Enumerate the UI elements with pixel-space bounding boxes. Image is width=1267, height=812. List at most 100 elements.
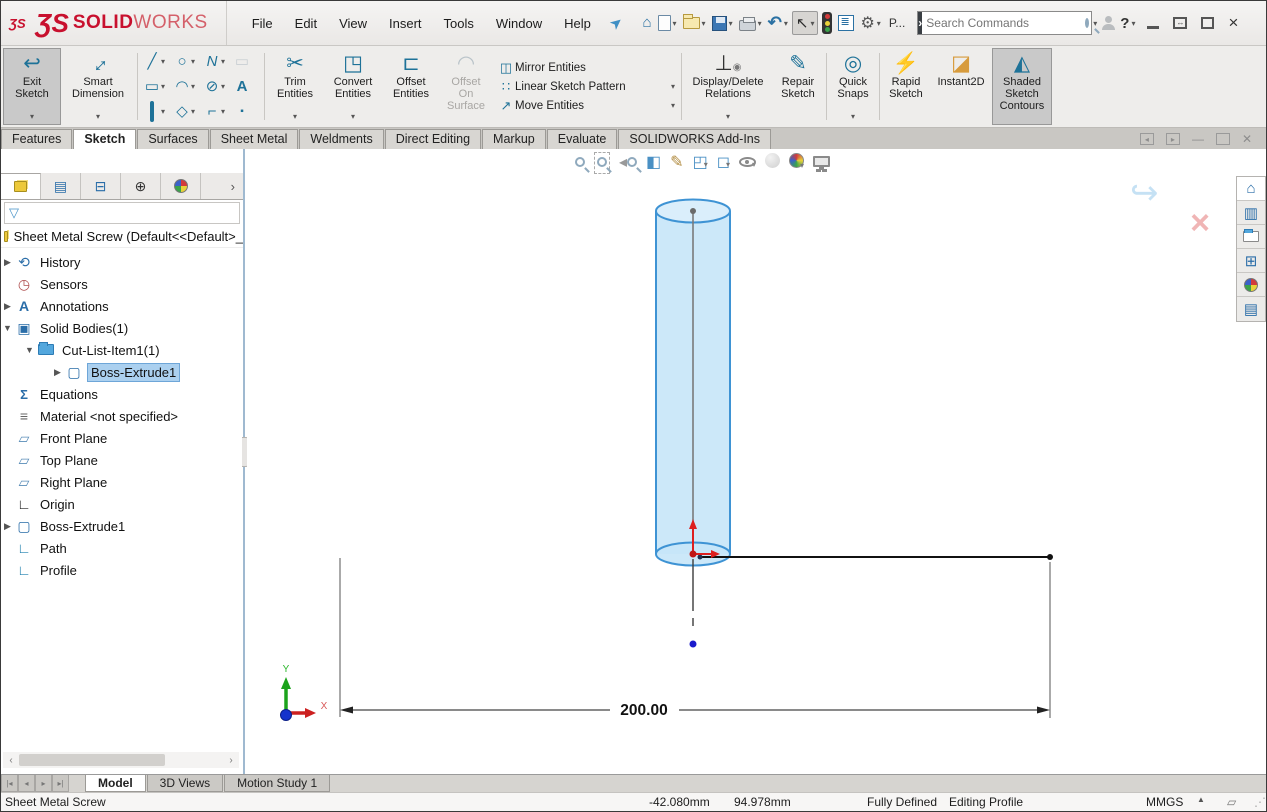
home-button[interactable]: ⌂ — [640, 12, 653, 34]
tree-item-profile[interactable]: ∟Profile — [1, 559, 243, 581]
tab-weldments[interactable]: Weldments — [299, 129, 383, 149]
collapse-pane-left-icon[interactable]: ◂ — [1140, 133, 1154, 145]
tab-model[interactable]: Model — [85, 775, 146, 792]
chevron-down-icon[interactable]: ▾ — [161, 57, 169, 66]
tree-item-solid-bodies[interactable]: ▼▣Solid Bodies(1) — [1, 317, 243, 339]
quick-snaps-button[interactable]: ◎ Quick Snaps ▾ — [829, 48, 877, 125]
tab-sheet-metal[interactable]: Sheet Metal — [210, 129, 299, 149]
chevron-down-icon[interactable]: ▾ — [161, 107, 169, 116]
dimension-200[interactable]: 200.00 — [340, 558, 1050, 719]
chevron-down-icon[interactable]: ▾ — [702, 19, 706, 28]
tab-strip-expand-icon[interactable]: › — [223, 173, 243, 199]
collapse-pane-right-icon[interactable]: ▸ — [1166, 133, 1180, 145]
search-icon[interactable] — [1085, 18, 1089, 28]
login-button[interactable] — [1100, 13, 1118, 33]
tab-configurationmanager[interactable]: ⊟ — [81, 173, 121, 199]
offset-entities-button[interactable]: ⊏ Offset Entities — [383, 48, 439, 125]
linear-sketch-pattern-button[interactable]: ∷ Linear Sketch Pattern ▾ — [497, 79, 675, 95]
chevron-down-icon[interactable]: ▾ — [729, 19, 733, 28]
tab-evaluate[interactable]: Evaluate — [547, 129, 618, 149]
tree-item-path[interactable]: ∟Path — [1, 537, 243, 559]
new-document-button[interactable]: ▾ — [656, 12, 679, 34]
menu-view[interactable]: View — [328, 11, 378, 36]
tab-dimxpertmanager[interactable]: ⊕ — [121, 173, 161, 199]
arc-tool[interactable]: ◠▾ — [172, 74, 200, 99]
rapid-sketch-button[interactable]: ⚡ Rapid Sketch — [882, 48, 930, 125]
tree-item-origin[interactable]: ∟Origin — [1, 493, 243, 515]
chevron-down-icon[interactable]: ▾ — [161, 82, 169, 91]
tab-features[interactable]: Features — [1, 129, 72, 149]
chevron-down-icon[interactable]: ▾ — [221, 57, 229, 66]
print-button[interactable]: ▾ — [737, 13, 764, 34]
tree-item-boss-extrude1-feature[interactable]: ▶▢Boss-Extrude1 — [1, 515, 243, 537]
tree-item-cut-list[interactable]: ▼Cut-List-Item1(1) — [1, 339, 243, 361]
model-sketch-canvas[interactable]: 200.00 Y X — [247, 149, 1266, 774]
chevron-down-icon[interactable]: ▾ — [30, 111, 34, 123]
tab-propertymanager[interactable]: ▤ — [41, 173, 81, 199]
instant2d-button[interactable]: ◪ Instant2D — [930, 48, 992, 125]
pane-close-icon[interactable]: ✕ — [1242, 132, 1252, 146]
chevron-down-icon[interactable]: ▾ — [96, 111, 100, 123]
tree-item-top-plane[interactable]: ▱Top Plane — [1, 449, 243, 471]
chevron-down-icon[interactable]: ▾ — [191, 82, 199, 91]
menu-window[interactable]: Window — [485, 11, 553, 36]
chevron-down-icon[interactable]: ▾ — [810, 19, 814, 28]
interference-check-button[interactable] — [820, 9, 834, 37]
chevron-down-icon[interactable]: ▾ — [784, 19, 788, 28]
mirror-entities-button[interactable]: ◫ Mirror Entities — [497, 60, 675, 76]
tree-item-right-plane[interactable]: ▱Right Plane — [1, 471, 243, 493]
menu-edit[interactable]: Edit — [284, 11, 328, 36]
chevron-down-icon[interactable]: ▾ — [877, 19, 881, 28]
menu-file[interactable]: File — [241, 11, 284, 36]
open-button[interactable]: ▾ — [681, 14, 708, 32]
units-up-arrow-icon[interactable]: ▲ — [1197, 795, 1205, 804]
polygon-tool[interactable]: ◇▾ — [172, 99, 200, 124]
restore-split-button[interactable] — [1173, 17, 1187, 29]
tree-filter-box[interactable]: ▽ — [4, 202, 240, 224]
expand-icon[interactable]: ▶ — [1, 257, 14, 268]
tab-surfaces[interactable]: Surfaces — [137, 129, 208, 149]
menu-help[interactable]: Help — [553, 11, 602, 36]
maximize-button[interactable] — [1201, 17, 1214, 29]
menu-insert[interactable]: Insert — [378, 11, 433, 36]
expand-icon[interactable]: ▶ — [1, 301, 14, 312]
tab-displaymanager[interactable] — [161, 173, 201, 199]
horizontal-sketch-line[interactable] — [698, 554, 1054, 560]
trim-entities-button[interactable]: ✂ Trim Entities ▾ — [267, 48, 323, 125]
scroll-left-icon[interactable]: ‹ — [3, 755, 19, 766]
slot-tool[interactable]: ▾ — [142, 99, 170, 124]
status-units[interactable]: MMGS — [1146, 795, 1183, 809]
tree-item-front-plane[interactable]: ▱Front Plane — [1, 427, 243, 449]
tab-featuremanager-tree[interactable] — [1, 173, 41, 199]
save-button[interactable]: ▾ — [710, 13, 735, 34]
sketch-endpoint-blue[interactable] — [690, 641, 697, 648]
close-button[interactable]: × — [1228, 17, 1238, 29]
move-entities-button[interactable]: ↗ Move Entities ▾ — [497, 98, 675, 114]
chevron-down-icon[interactable]: ▾ — [851, 111, 855, 123]
spline-tool[interactable]: N▾ — [202, 49, 230, 74]
tab-motion-study[interactable]: Motion Study 1 — [224, 775, 330, 792]
tree-item-annotations[interactable]: ▶AAnnotations — [1, 295, 243, 317]
tree-item-equations[interactable]: ΣEquations — [1, 383, 243, 405]
circle-tool[interactable]: ○▾ — [172, 49, 200, 74]
expand-icon[interactable]: ▶ — [51, 367, 64, 378]
line-tool[interactable]: ╱▾ — [142, 49, 170, 74]
tree-item-sensors[interactable]: ◷Sensors — [1, 273, 243, 295]
chevron-down-icon[interactable]: ▾ — [221, 107, 229, 116]
chevron-down-icon[interactable]: ▾ — [671, 82, 675, 91]
chevron-down-icon[interactable]: ▾ — [673, 19, 677, 28]
chevron-down-icon[interactable]: ▾ — [726, 111, 730, 123]
chevron-down-icon[interactable]: ▾ — [221, 82, 229, 91]
first-tab-icon[interactable]: |◂ — [1, 775, 18, 792]
last-tab-icon[interactable]: ▸| — [52, 775, 69, 792]
resize-grip[interactable]: ⋰ — [1254, 795, 1264, 810]
collapse-icon[interactable]: ▼ — [23, 345, 36, 355]
previous-tab-icon[interactable]: ◂ — [18, 775, 35, 792]
pane-restore-icon[interactable] — [1216, 133, 1230, 145]
point-tool[interactable]: ▪ — [232, 99, 260, 124]
sketch-line-below-origin[interactable] — [690, 559, 697, 648]
tree-item-history[interactable]: ▶⟲History — [1, 251, 243, 273]
file-properties-button[interactable] — [836, 12, 856, 34]
dimension-value-text[interactable]: 200.00 — [620, 702, 667, 719]
chevron-down-icon[interactable]: ▾ — [191, 57, 199, 66]
